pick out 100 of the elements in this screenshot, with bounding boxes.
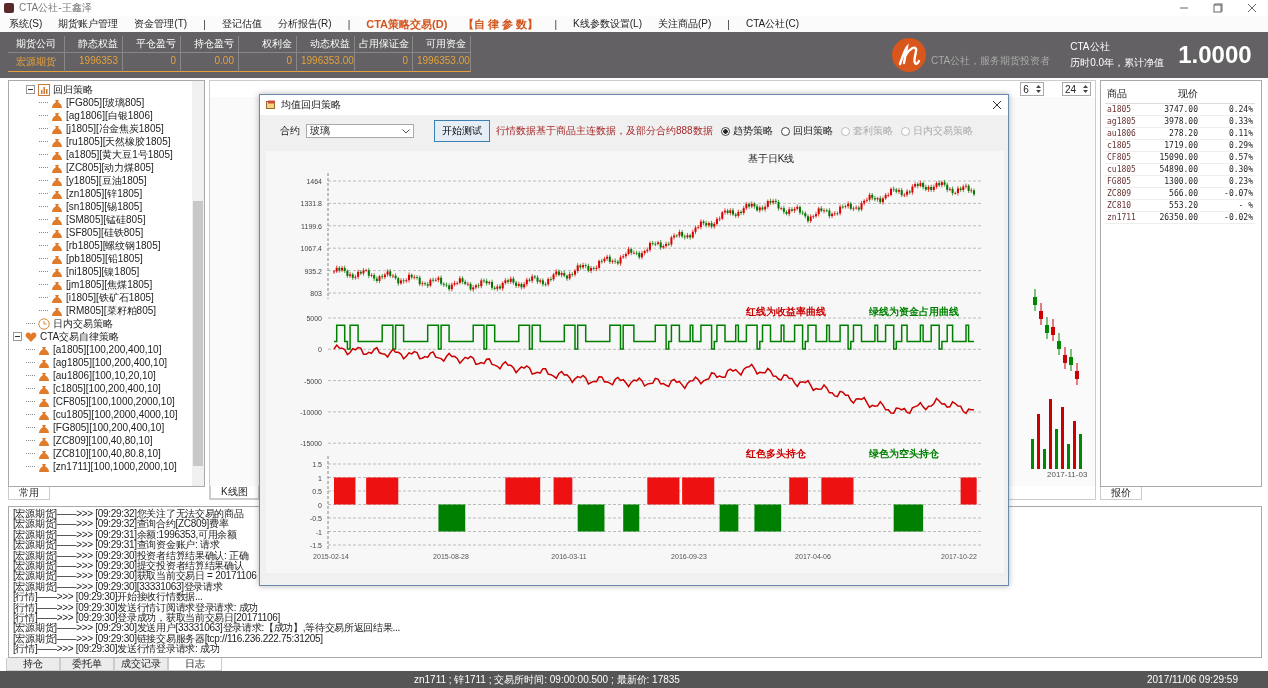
table-cell: 1300.00 [1150, 176, 1200, 188]
tree-item[interactable]: [ag1806][白银1806] [66, 108, 153, 123]
table-cell: 54890.00 [1150, 164, 1200, 176]
table-cell: 宏源期货 [8, 52, 65, 72]
table-cell: cu1805 [1105, 164, 1150, 176]
log-line: [宏源期货]——>>> [09:29:32]查询合约[ZC809]费率 [13, 519, 229, 530]
column-header: 静态权益 [65, 36, 123, 52]
tree-item[interactable]: 日内交易策略 [53, 316, 113, 331]
menu-item[interactable]: 【自 律 参 数】 [463, 16, 539, 32]
column-header: 商品 [1105, 85, 1150, 104]
log-line: [宏源期货]——>>> [09:29:31]余额:1996353,可用余额 [13, 529, 237, 540]
table-cell: 15090.00 [1150, 152, 1200, 164]
tab[interactable]: 委托单 [60, 658, 114, 671]
number-spinner[interactable]: 24 [1061, 82, 1091, 96]
tree-item[interactable]: [ZC805][动力煤805] [66, 160, 154, 175]
tab[interactable]: 常用 [8, 487, 50, 500]
table-cell: 1996353.00 [413, 52, 471, 72]
table-cell: a1805 [1105, 104, 1150, 116]
table-cell: 553.20 [1150, 200, 1200, 212]
table-cell: 0.30% [1200, 164, 1255, 176]
table-cell: 0.57% [1200, 152, 1255, 164]
table-cell: 1996353 [65, 52, 123, 72]
legend-label: 绿色为空头持仓 [869, 448, 939, 459]
tree-item[interactable]: [a1805][黄大豆1号1805] [66, 147, 173, 162]
log-line: [宏源期货]——>>> [09:29:30][33331063]登录请求 [13, 581, 223, 592]
table-cell: 3747.00 [1150, 104, 1200, 116]
radio-button[interactable]: 趋势策略 [720, 124, 773, 138]
instrument-info: zn1711 ; 锌1711 ; 交易所时间: 09:00:00.500 ; 最新价: 17835 [414, 672, 680, 687]
tab[interactable]: 成交记录 [114, 658, 168, 671]
column-header: 权利金 [239, 36, 297, 52]
column-header: 可用资金 [413, 36, 471, 52]
tab[interactable]: 日志 [168, 658, 222, 671]
tree-item[interactable]: [rb1805][螺纹钢1805] [66, 238, 161, 253]
menu-item[interactable]: 关注商品(P) [658, 17, 712, 31]
datetime: 2017/11/06 09:29:59 [1147, 674, 1238, 685]
tree-item[interactable]: [j1805][冶金焦炭1805] [66, 121, 164, 136]
column-header: 占用保证金 [355, 36, 413, 52]
tree-item[interactable]: [ni1805][镍1805] [66, 264, 140, 279]
tree-item[interactable]: [FG805][100,200,400,10] [53, 422, 165, 433]
column-header: 平仓盈亏 [123, 36, 181, 52]
column-header: 现价 [1150, 85, 1200, 104]
contract-dropdown[interactable]: 玻璃 [306, 124, 414, 138]
brand-name: CTA公社 [1070, 40, 1111, 54]
tree-item[interactable]: [jm1805][焦煤1805] [66, 277, 153, 292]
start-test-button[interactable]: 开始测试 [434, 120, 490, 142]
net-value: 1.0000 [1178, 41, 1252, 69]
tree-item[interactable]: 回归策略 [53, 82, 93, 97]
tree-item[interactable]: CTA交易自律策略 [40, 329, 120, 344]
tree-item[interactable]: [CF805][100,1000,2000,10] [53, 396, 175, 407]
table-cell: -0.07% [1200, 188, 1255, 200]
tree-item[interactable]: [FG805][玻璃805] [66, 95, 145, 110]
dialog-title: 均值回归策略 [281, 98, 342, 112]
tree-item[interactable]: [SF805][硅铁805] [66, 225, 144, 240]
tree-item[interactable]: [RM805][菜籽粕805] [66, 303, 157, 318]
tab[interactable]: 持仓 [6, 658, 60, 671]
tree-item[interactable]: [y1805][豆油1805] [66, 173, 147, 188]
menu-item[interactable]: 期货账户管理 [58, 17, 119, 31]
table-cell: 0.33% [1200, 116, 1255, 128]
number-spinner[interactable]: 6 [1020, 82, 1044, 96]
tree-item[interactable]: [sn1805][锡1805] [66, 199, 143, 214]
tree-item[interactable]: [ru1805][天然橡胶1805] [66, 134, 171, 149]
menu-item[interactable]: 登记估值 [221, 17, 262, 31]
tab[interactable]: 报价 [1100, 487, 1142, 500]
legend-label: 红线为收益率曲线 [746, 306, 826, 317]
tree-item[interactable]: [i1805][铁矿石1805] [66, 290, 154, 305]
log-line: [宏源期货]——>>> [09:29:30]获取当前交易日 = 20171106 [13, 571, 257, 582]
log-line: [宏源期货]——>>> [09:29:30]链接交易服务器[tcp://116.236.222.75:31205] [13, 633, 323, 644]
menu-item[interactable]: 系统(S) [9, 17, 43, 31]
legend-label: 红色多头持仓 [746, 448, 806, 459]
tree-item[interactable]: [ZC809][100,40,80,10] [53, 435, 153, 446]
axis-label: 2017-11-03 [1047, 470, 1088, 477]
menu-item[interactable]: 资金管理(T) [134, 17, 188, 31]
window-title: CTA公社-王鑫泽 [19, 1, 92, 15]
tree-item[interactable]: [zn1805][锌1805] [66, 186, 143, 201]
chart-title: 基于日K线 [747, 153, 795, 164]
tree-item[interactable]: [ZC810][100,40,80.8,10] [53, 448, 161, 459]
tree-item[interactable]: [zn1711][100,1000,2000,10] [53, 461, 177, 472]
tree-item[interactable]: [c1805][100,200,400,10] [53, 383, 161, 394]
menu-item[interactable]: CTA公社(C) [745, 17, 800, 31]
tree-item[interactable]: [au1806][100,10,20,10] [53, 370, 156, 381]
tree-item[interactable]: [cu1805][100,2000,4000,10] [53, 409, 178, 420]
column-header: 动态权益 [297, 36, 355, 52]
tree-item[interactable]: [pb1805][铅1805] [66, 251, 143, 266]
table-cell: zn1711 [1105, 212, 1150, 224]
tree-item[interactable]: [SM805][锰硅805] [66, 212, 146, 227]
tab[interactable]: K线图 [210, 486, 259, 499]
column-header: 持仓盈亏 [181, 36, 239, 52]
tree-item[interactable]: [a1805][100,200,400,10] [53, 344, 162, 355]
table-cell: - % [1200, 200, 1255, 212]
table-cell: 0.23% [1200, 176, 1255, 188]
tree-item[interactable]: [ag1805][100,200,400,10] [53, 357, 167, 368]
table-cell: ag1805 [1105, 116, 1150, 128]
menu-item[interactable]: K线参数设置(L) [573, 17, 642, 31]
menu-item[interactable]: 分析报告(R) [277, 17, 332, 31]
table-cell: 1996353.00 [297, 52, 355, 72]
menu-item[interactable]: CTA策略交易(D) [366, 16, 448, 32]
log-line: [宏源期货]——>>> [09:29:30]发送用户[33331063]登录请求:【成功】,等待交易所返回结果... [13, 623, 400, 634]
table-cell: 0.11% [1200, 128, 1255, 140]
table-cell: ZC809 [1105, 188, 1150, 200]
radio-button[interactable]: 回归策略 [780, 124, 833, 138]
